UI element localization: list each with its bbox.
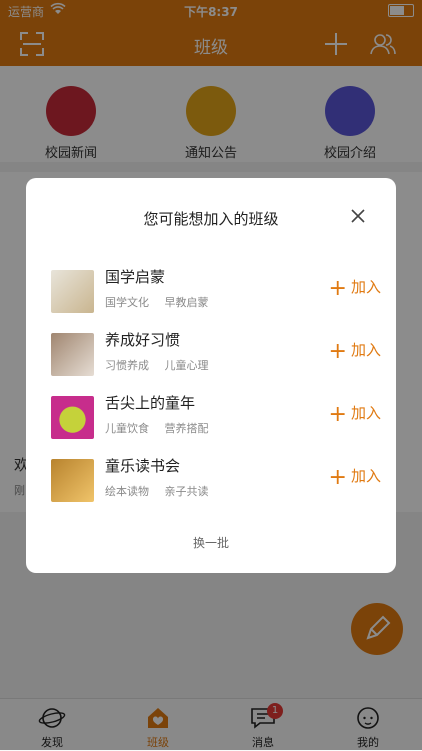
join-label: 加入 [350,278,381,296]
class-thumbnail [51,396,94,439]
class-thumbnail [51,459,94,502]
class-thumbnail [51,270,94,313]
class-name: 舌尖上的童年 [105,394,196,412]
plus-icon: + [328,402,347,427]
class-tag: 亲子共读 [164,485,209,498]
class-tag: 儿童饮食 [105,422,149,435]
join-label: 加入 [350,341,381,359]
class-item: 国学启蒙 国学文化 早教启蒙 + 加入 [51,266,381,316]
class-tag: 早教启蒙 [164,296,209,309]
class-item: 舌尖上的童年 儿童饮食 营养搭配 + 加入 [51,392,381,442]
class-tag: 国学文化 [105,296,149,309]
class-thumbnail [51,333,94,376]
plus-icon: + [328,465,347,490]
join-class-modal: 您可能想加入的班级 国学启蒙 国学文化 早教启蒙 + 加入 养成好习惯 习惯养成 … [26,178,396,573]
refresh-button[interactable]: 换一批 [26,534,396,551]
join-label: 加入 [350,404,381,422]
class-name: 童乐读书会 [105,457,181,475]
class-item: 童乐读书会 绘本读物 亲子共读 + 加入 [51,455,381,505]
modal-title: 您可能想加入的班级 [143,210,279,228]
join-button[interactable]: + 加入 [329,465,381,490]
close-icon[interactable] [350,208,366,224]
join-label: 加入 [350,467,381,485]
class-tag: 习惯养成 [105,359,149,372]
class-tag: 绘本读物 [105,485,149,498]
class-item: 养成好习惯 习惯养成 儿童心理 + 加入 [51,329,381,379]
join-button[interactable]: + 加入 [329,339,381,364]
plus-icon: + [328,276,347,301]
class-tag: 儿童心理 [164,359,209,372]
plus-icon: + [328,339,347,364]
class-tags: 国学文化 早教启蒙 [105,294,221,310]
class-tags: 儿童饮食 营养搭配 [105,420,221,436]
class-tag: 营养搭配 [164,422,209,435]
class-tags: 习惯养成 儿童心理 [105,357,221,373]
join-button[interactable]: + 加入 [329,402,381,427]
class-tags: 绘本读物 亲子共读 [105,483,221,499]
class-name: 国学启蒙 [105,268,166,286]
join-button[interactable]: + 加入 [329,276,381,301]
class-name: 养成好习惯 [105,331,181,349]
